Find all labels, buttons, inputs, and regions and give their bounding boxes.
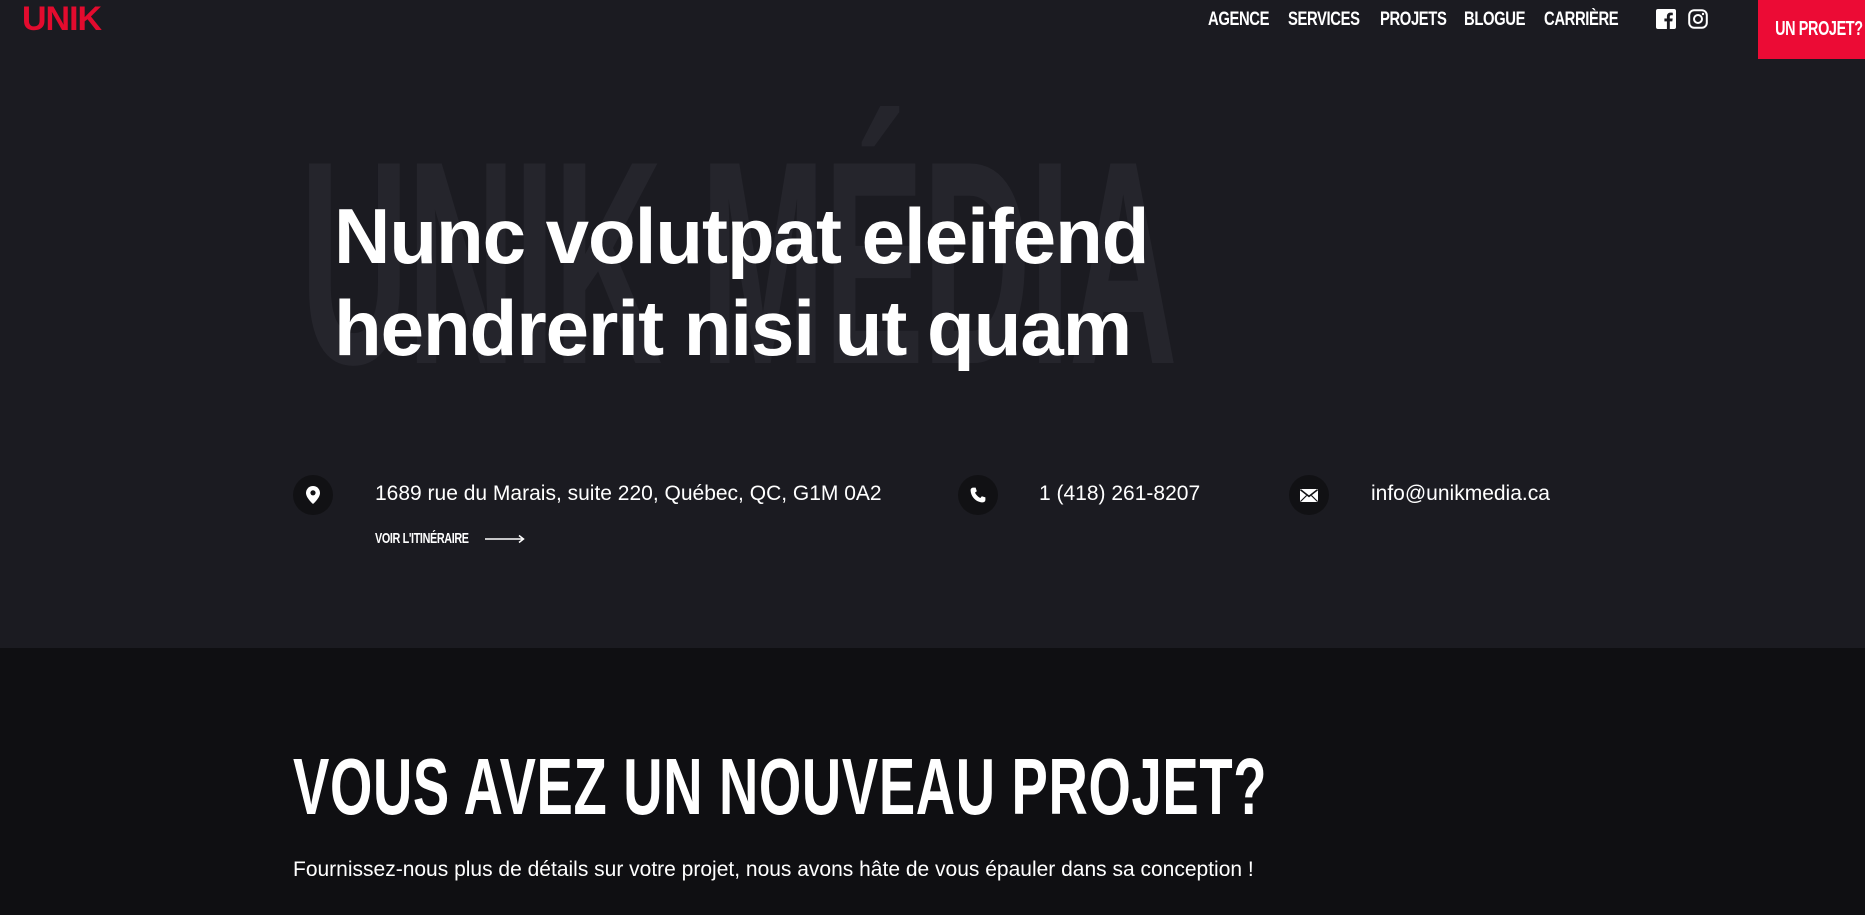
new-project-title: VOUS AVEZ UN NOUVEAU PROJET?	[293, 742, 1268, 831]
nav-item-agence[interactable]: AGENCE	[1208, 8, 1269, 32]
envelope-icon	[1289, 475, 1329, 515]
arrow-right-icon	[485, 534, 525, 543]
phone-icon	[958, 475, 998, 515]
social-links	[1656, 9, 1708, 29]
nav-item-projets[interactable]: PROJETS	[1380, 8, 1447, 32]
instagram-icon[interactable]	[1688, 9, 1708, 29]
facebook-icon[interactable]	[1656, 9, 1676, 29]
itinerary-link[interactable]: VOIR L'ITINÉRAIRE	[375, 530, 525, 547]
address-block	[293, 475, 333, 515]
project-cta-button[interactable]: UN PROJET?	[1758, 0, 1865, 59]
logo[interactable]: UNIK	[22, 0, 102, 38]
address-text: 1689 rue du Marais, suite 220, Québec, Q…	[375, 482, 882, 505]
nav-item-carriere[interactable]: CARRIÈRE	[1544, 8, 1619, 32]
location-pin-icon	[293, 475, 333, 515]
project-cta-label: UN PROJET?	[1775, 18, 1863, 40]
hero-title: Nunc volutpat eleifend hendrerit nisi ut…	[334, 190, 1234, 374]
email-block	[1289, 475, 1329, 515]
nav-item-services[interactable]: SERVICES	[1288, 8, 1360, 32]
hero-title-line-1: Nunc volutpat eleifend	[334, 192, 1149, 280]
nav-item-blogue[interactable]: BLOGUE	[1464, 8, 1525, 32]
itinerary-label: VOIR L'ITINÉRAIRE	[375, 530, 469, 547]
new-project-subtitle: Fournissez-nous plus de détails sur votr…	[293, 858, 1254, 881]
phone-block	[958, 475, 998, 515]
email-address[interactable]: info@unikmedia.ca	[1371, 482, 1550, 506]
hero-title-line-2: hendrerit nisi ut quam	[334, 284, 1132, 372]
phone-number[interactable]: 1 (418) 261-8207	[1039, 482, 1200, 506]
